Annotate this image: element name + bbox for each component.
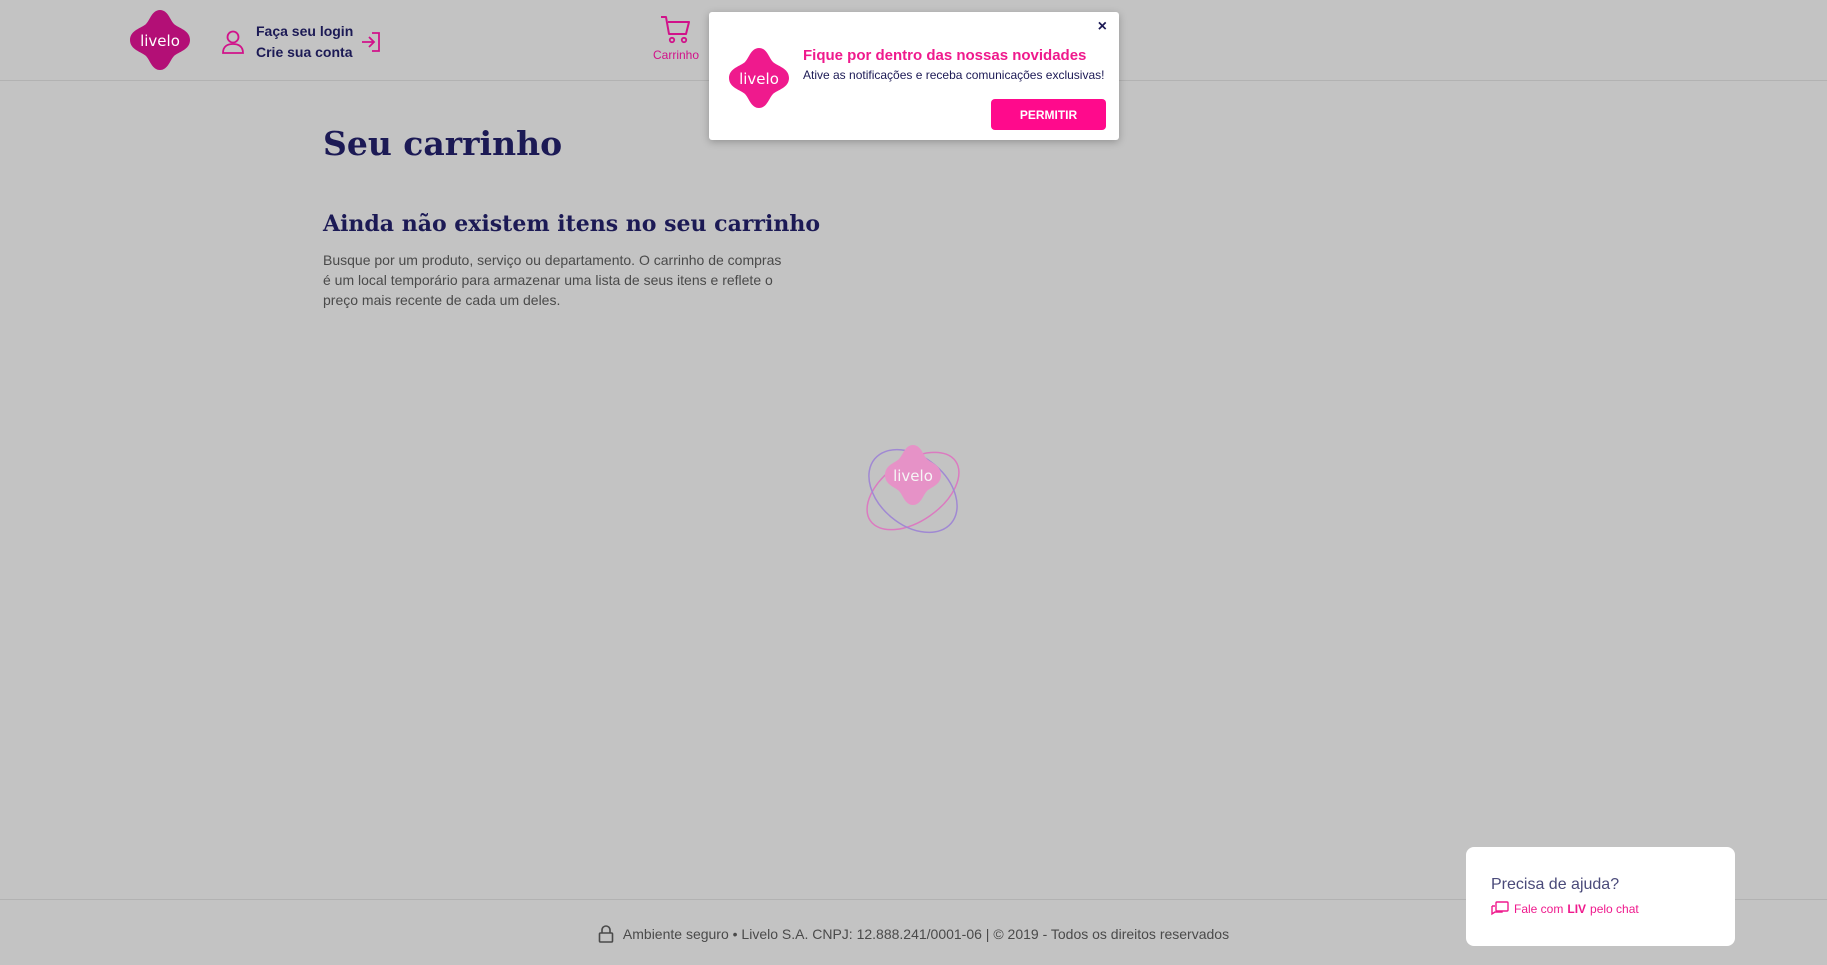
cart-link[interactable]: Carrinho xyxy=(650,14,702,62)
notification-subtitle: Ative as notificações e receba comunicaç… xyxy=(803,68,1105,82)
user-icon xyxy=(222,30,244,54)
loader-logo-text: livelo xyxy=(893,467,933,485)
sign-in-icon[interactable] xyxy=(360,31,382,53)
help-title: Precisa de ajuda? xyxy=(1491,876,1620,893)
empty-cart-description: Busque por um produto, serviço ou depart… xyxy=(323,252,782,308)
notification-popup: × livelo Fique por dentro das nossas nov… xyxy=(709,12,1119,140)
cart-icon xyxy=(661,16,690,44)
chat-prefix: Fale com xyxy=(1514,902,1564,916)
close-icon[interactable]: × xyxy=(1098,18,1107,36)
footer-text: Ambiente seguro • Livelo S.A. CNPJ: 12.8… xyxy=(622,925,1230,942)
chat-icon xyxy=(1491,901,1509,916)
livelo-logo: livelo xyxy=(729,48,789,108)
chat-link[interactable]: Fale com LIV pelo chat xyxy=(1491,901,1639,917)
chat-suffix: pelo chat xyxy=(1590,902,1639,916)
login-link[interactable]: Faça seu login xyxy=(256,21,353,42)
allow-notifications-button[interactable]: PERMITIR xyxy=(991,99,1106,130)
empty-cart-title: Ainda não existem itens no seu carrinho xyxy=(323,211,821,237)
notification-title: Fique por dentro das nossas novidades xyxy=(803,47,1087,64)
help-widget[interactable]: Precisa de ajuda? Fale com LIV pelo chat xyxy=(1466,847,1735,946)
lock-icon xyxy=(598,924,614,943)
login-area[interactable]: Faça seu login Crie sua conta xyxy=(220,22,353,62)
signup-link[interactable]: Crie sua conta xyxy=(256,42,353,63)
cart-label: Carrinho xyxy=(652,48,700,62)
logo-text: livelo xyxy=(140,32,180,50)
notification-logo-text: livelo xyxy=(739,70,779,88)
livelo-logo[interactable]: livelo xyxy=(128,8,192,72)
page-title: Seu carrinho xyxy=(323,124,563,163)
loading-spinner: livelo xyxy=(866,445,960,534)
chat-name: LIV xyxy=(1567,902,1587,916)
